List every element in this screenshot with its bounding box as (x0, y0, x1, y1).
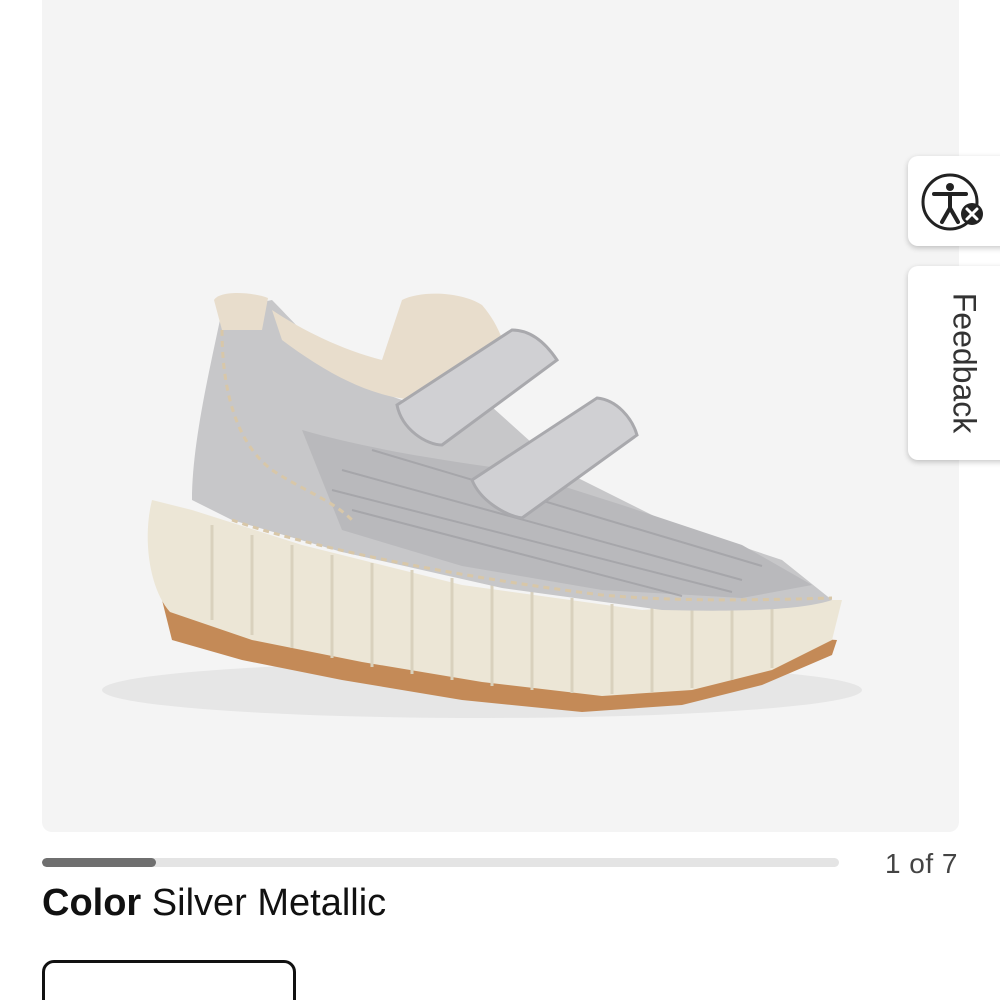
color-swatch-option[interactable] (42, 960, 296, 1000)
accessibility-icon (921, 173, 983, 231)
accessibility-widget-button[interactable] (908, 156, 1000, 246)
product-page: Feedback 1 of 7 Color Silver Metallic (0, 0, 1000, 1000)
product-image[interactable] (42, 0, 959, 832)
feedback-label: Feedback (946, 292, 983, 434)
gallery-progress-fill (42, 858, 156, 867)
gallery-progress-bar (42, 858, 839, 867)
color-selection: Color Silver Metallic (42, 880, 386, 926)
color-value: Silver Metallic (151, 882, 387, 924)
feedback-button[interactable]: Feedback (908, 266, 1000, 460)
color-label: Color (42, 882, 142, 924)
product-image-gallery[interactable] (42, 0, 959, 832)
gallery-counter: 1 of 7 (884, 848, 958, 879)
